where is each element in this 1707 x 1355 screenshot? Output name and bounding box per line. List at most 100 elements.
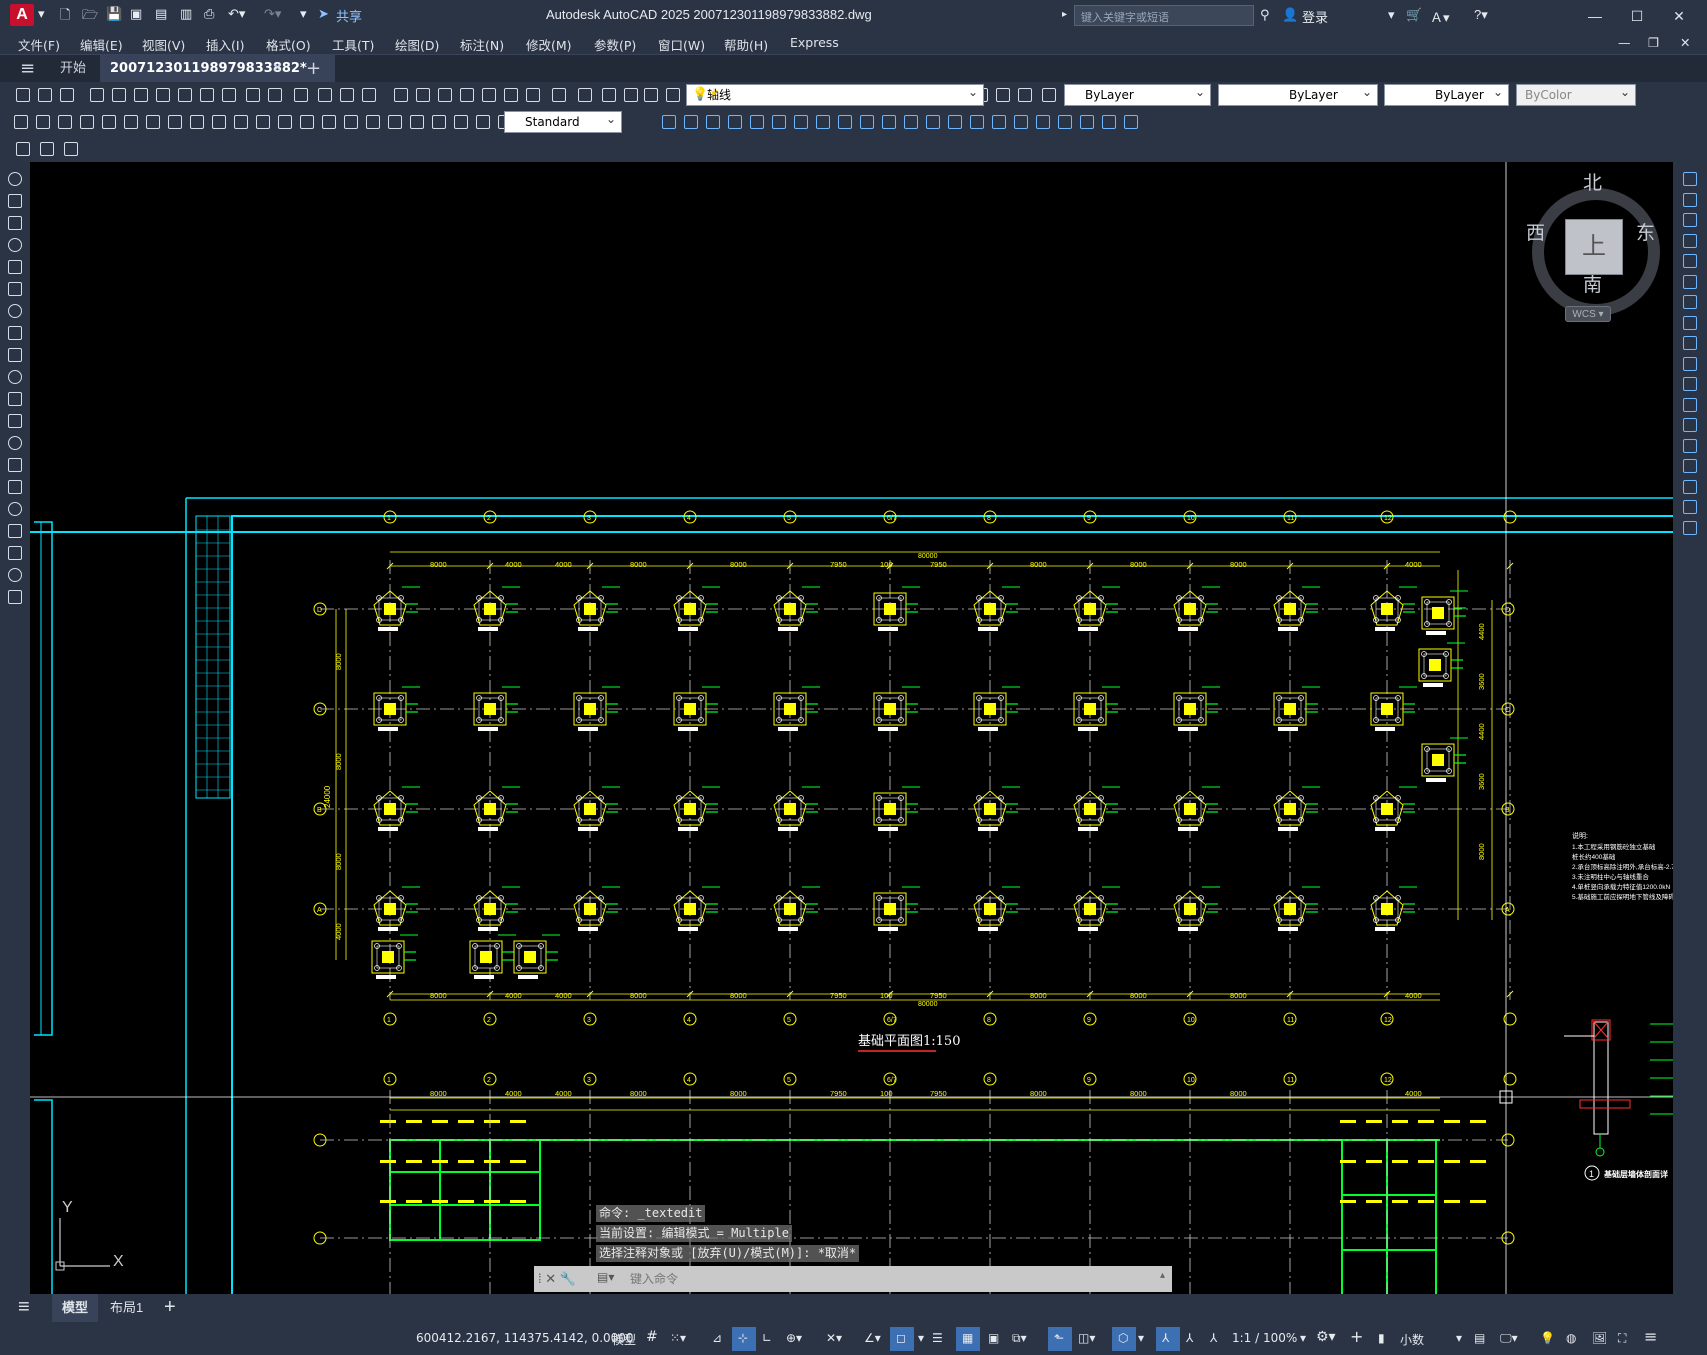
user-icon[interactable]: 👤 <box>1282 7 1298 23</box>
standard-tool-icon-1[interactable] <box>14 86 32 104</box>
dimension-tool-icon-12[interactable] <box>254 113 272 131</box>
draw-tool-icon-11[interactable] <box>6 390 24 408</box>
modify-tool-icon-7[interactable] <box>1681 293 1699 311</box>
dimension-tool-icon-13[interactable] <box>276 113 294 131</box>
dimension-tool-icon-18[interactable] <box>386 113 404 131</box>
view-tool-icon-2[interactable] <box>682 113 700 131</box>
standard-tool-icon-10[interactable] <box>220 86 238 104</box>
view-tool-icon-16[interactable] <box>990 113 1008 131</box>
draw-tool-icon-18[interactable] <box>6 544 24 562</box>
file-tabs-menu-icon[interactable]: ≡ <box>10 55 45 83</box>
layer-extra-tool-icon-3[interactable] <box>62 140 80 158</box>
app-menu-chevron-icon[interactable]: ▾ <box>38 6 45 26</box>
standard-tool-icon-14[interactable] <box>316 86 334 104</box>
draw-tool-icon-10[interactable] <box>6 368 24 386</box>
search-input[interactable]: 键入关键字或短语 <box>1074 5 1254 26</box>
selection-cycling-icon[interactable]: ▣ <box>988 1331 999 1345</box>
standard-tool-icon-24[interactable] <box>550 86 568 104</box>
modify-tool-icon-4[interactable] <box>1681 232 1699 250</box>
dimension-tool-icon-8[interactable] <box>166 113 184 131</box>
viewcube-north[interactable]: 北 <box>1583 168 1602 195</box>
layer-extra-tool-icon-2[interactable] <box>38 140 56 158</box>
annotation-scale-icon[interactable]: ⅄ <box>1210 1331 1217 1345</box>
dimension-tool-icon-5[interactable] <box>100 113 118 131</box>
standard-tool-icon-26[interactable] <box>600 86 618 104</box>
publish-icon[interactable]: ▥ <box>180 6 192 26</box>
modify-tool-icon-1[interactable] <box>1681 170 1699 188</box>
new-file-icon[interactable]: 🗋 <box>60 6 70 26</box>
draw-tool-icon-13[interactable] <box>6 434 24 452</box>
minimize-button[interactable]: — <box>1580 5 1610 27</box>
view-tool-icon-17[interactable] <box>1012 113 1030 131</box>
menu-edit[interactable]: 编辑(E) <box>80 35 123 54</box>
view-tool-icon-14[interactable] <box>946 113 964 131</box>
draw-tool-icon-1[interactable] <box>6 170 24 188</box>
workspace-gear-icon[interactable]: ⚙▾ <box>1316 1329 1336 1345</box>
color-dropdown[interactable]: ByLayer <box>1064 82 1211 106</box>
standard-tool-icon-18[interactable] <box>414 86 432 104</box>
doc-close-button[interactable]: ✕ <box>1680 35 1690 50</box>
tab-close-icon[interactable]: ✕ <box>262 55 293 83</box>
view-tool-icon-10[interactable] <box>858 113 876 131</box>
dimension-tool-icon-22[interactable] <box>474 113 492 131</box>
modify-tool-icon-18[interactable] <box>1681 519 1699 537</box>
draw-tool-icon-15[interactable] <box>6 478 24 496</box>
isolate-objects-icon[interactable]: 💡 <box>1540 1331 1555 1345</box>
customization-icon[interactable]: ≡ <box>1644 1327 1657 1346</box>
dimension-tool-icon-6[interactable] <box>122 113 140 131</box>
standard-tool-icon-12[interactable] <box>266 86 284 104</box>
save-icon[interactable]: 💾 <box>106 6 122 26</box>
view-tool-icon-22[interactable] <box>1122 113 1140 131</box>
auto-scale-icon[interactable]: ⅄ <box>1186 1331 1193 1345</box>
standard-tool-icon-2[interactable] <box>36 86 54 104</box>
osnap-dropdown-icon[interactable]: ▾ <box>918 1331 924 1345</box>
lineweight-icon[interactable]: ☰ <box>932 1331 943 1345</box>
layer-extra-tool-icon-1[interactable] <box>14 140 32 158</box>
view-tool-icon-6[interactable] <box>770 113 788 131</box>
standard-tool-icon-9[interactable] <box>198 86 216 104</box>
lineweight-dropdown[interactable]: ByLayer <box>1384 82 1509 106</box>
view-tool-icon-1[interactable] <box>660 113 678 131</box>
draw-tool-icon-16[interactable] <box>6 500 24 518</box>
command-history-expand-icon[interactable]: ▴ <box>1160 1270 1165 1281</box>
save-as-icon[interactable]: ▣ <box>130 6 142 26</box>
graphics-performance-icon[interactable]: 🖼 <box>1592 1331 1607 1345</box>
menu-dimension[interactable]: 标注(N) <box>460 35 504 54</box>
new-tab-button[interactable]: + <box>296 55 331 83</box>
menu-parametric[interactable]: 参数(P) <box>594 35 636 54</box>
isodraft-icon[interactable]: ✕▾ <box>826 1331 842 1345</box>
view-tool-icon-13[interactable] <box>924 113 942 131</box>
tab-layout1[interactable]: 布局1 <box>100 1294 153 1322</box>
view-tool-icon-21[interactable] <box>1100 113 1118 131</box>
drawing-canvas[interactable]: 8000 8000 4000 4000 4000 4000 8000 8000 8000 8000… <box>30 162 1673 1300</box>
command-input[interactable]: 键入命令 <box>590 1266 1172 1292</box>
maximize-button[interactable]: ☐ <box>1622 5 1652 27</box>
standard-tool-icon-32[interactable] <box>994 86 1012 104</box>
viewcube-top-face[interactable]: 上 <box>1565 219 1623 275</box>
dimension-tool-icon-9[interactable] <box>188 113 206 131</box>
layer-dropdown[interactable]: 轴线 <box>686 82 984 106</box>
linetype-dropdown[interactable]: ByLayer <box>1218 82 1378 106</box>
new-layout-button[interactable]: + <box>164 1296 176 1319</box>
modify-tool-icon-9[interactable] <box>1681 334 1699 352</box>
draw-tool-icon-8[interactable] <box>6 324 24 342</box>
tab-start[interactable]: 开始 <box>50 55 96 83</box>
units-dropdown-icon[interactable]: ▾ <box>1456 1331 1462 1345</box>
model-space-button[interactable]: 模型 <box>612 1331 636 1348</box>
dimension-tool-icon-11[interactable] <box>232 113 250 131</box>
search-expand-icon[interactable]: ▸ <box>1062 9 1067 20</box>
view-tool-icon-4[interactable] <box>726 113 744 131</box>
standard-tool-icon-22[interactable] <box>502 86 520 104</box>
standard-tool-icon-5[interactable] <box>110 86 128 104</box>
standard-tool-icon-6[interactable] <box>132 86 150 104</box>
doc-minimize-button[interactable]: — <box>1618 35 1631 50</box>
clean-screen-icon[interactable]: ⛶ <box>1618 1331 1626 1346</box>
object-snap-tracking-icon[interactable]: ∠▾ <box>864 1331 881 1345</box>
standard-tool-icon-23[interactable] <box>524 86 542 104</box>
dimension-tool-icon-2[interactable] <box>34 113 52 131</box>
menu-format[interactable]: 格式(O) <box>266 35 311 54</box>
dimension-tool-icon-20[interactable] <box>430 113 448 131</box>
viewcube-south[interactable]: 南 <box>1583 270 1602 297</box>
modify-tool-icon-13[interactable] <box>1681 416 1699 434</box>
draw-tool-icon-2[interactable] <box>6 192 24 210</box>
